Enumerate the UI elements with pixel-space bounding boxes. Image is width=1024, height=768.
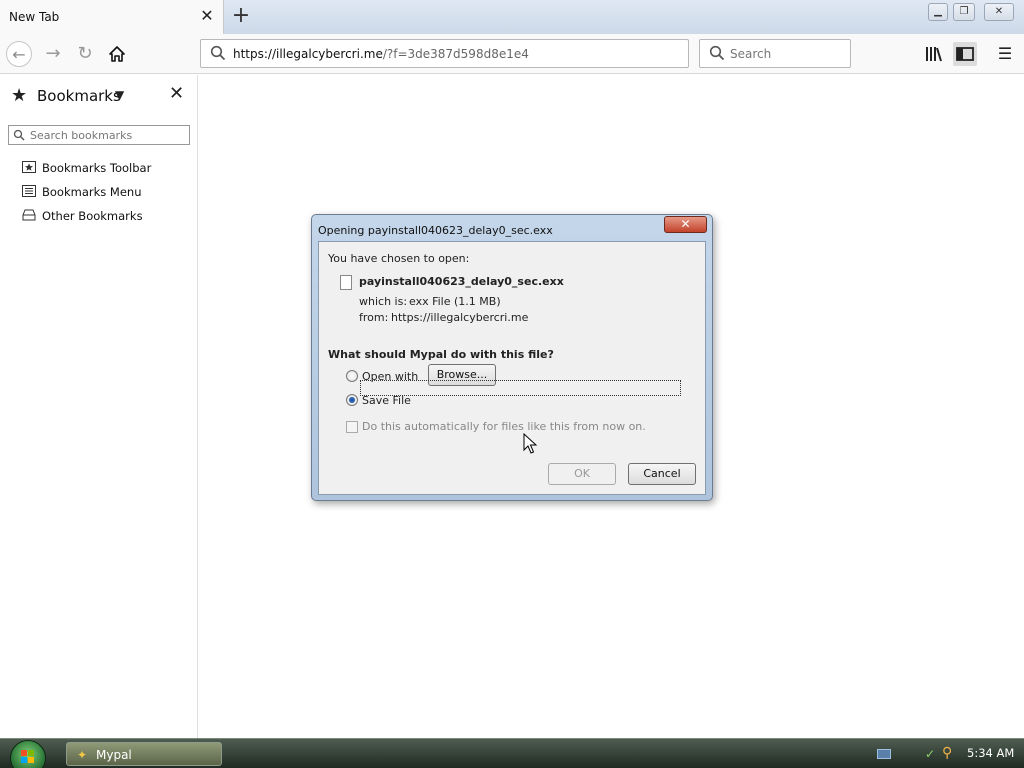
close-icon[interactable]: ✕ (200, 8, 214, 24)
tab-title: New Tab (9, 10, 60, 24)
cancel-button[interactable]: Cancel (628, 463, 696, 485)
which-is-value: exx File (1.1 MB) (409, 295, 501, 308)
minimize-icon[interactable]: ▁ (928, 3, 948, 21)
bookmarks-menu-icon (22, 185, 36, 197)
sidebar-title[interactable]: Bookmarks (37, 87, 121, 105)
start-button[interactable] (10, 740, 46, 768)
auto-action-label: Do this automatically for files like thi… (362, 420, 646, 433)
keyboard-icon[interactable] (877, 749, 891, 759)
url-path: /?f=3de387d598d8e1e4 (382, 47, 529, 61)
save-file-label[interactable]: Save File (362, 394, 411, 407)
sidebar-header[interactable]: ★ Bookmarks ▼ ✕ (0, 75, 197, 117)
search-bar[interactable] (699, 39, 851, 68)
search-icon[interactable]: ⚲ (942, 745, 952, 761)
search-icon (709, 45, 725, 61)
library-icon[interactable] (922, 42, 946, 66)
tab-strip: New Tab ✕ + ▁ ❐ ✕ (0, 0, 1024, 34)
clock[interactable]: 5:34 AM (967, 746, 1014, 760)
taskbar: ✦ Mypal ✓ ⚲ 5:34 AM (0, 738, 1024, 768)
dialog-titlebar[interactable]: Opening payinstall040623_delay0_sec.exx … (312, 215, 712, 241)
dialog-filename: payinstall040623_delay0_sec.exx (359, 275, 564, 288)
forward-arrow-icon[interactable]: → (40, 41, 66, 67)
url-bar[interactable]: https://illegalcybercri.me/?f=3de387d598… (200, 39, 689, 68)
maximize-icon[interactable]: ❐ (953, 3, 975, 21)
other-bookmarks-icon (22, 209, 36, 221)
url-text: https://illegalcybercri.me/?f=3de387d598… (233, 47, 529, 61)
taskbar-item-mypal[interactable]: ✦ Mypal (66, 742, 222, 766)
network-icon[interactable]: ✓ (925, 747, 935, 761)
back-arrow-icon[interactable]: ← (6, 41, 32, 67)
bookmarks-toolbar-icon (22, 161, 36, 173)
sidebar-toggle-icon[interactable] (953, 42, 977, 66)
search-icon (13, 129, 25, 141)
sidebar-item-label: Bookmarks Toolbar (42, 161, 152, 175)
mypal-app-icon: ✦ (77, 748, 88, 762)
dialog-close-icon[interactable]: ✕ (664, 216, 707, 233)
hamburger-menu-icon[interactable]: ☰ (993, 42, 1017, 66)
which-is-label: which is: (359, 295, 408, 308)
navigation-bar: ← → ↻ https://illegalcybercri.me/?f=3de3… (0, 34, 1024, 74)
auto-action-checkbox[interactable] (346, 421, 358, 433)
chevron-down-icon[interactable]: ▼ (115, 88, 124, 102)
home-icon[interactable] (104, 41, 130, 67)
from-label: from: (359, 311, 389, 324)
sidebar-item-label: Bookmarks Menu (42, 185, 142, 199)
ok-button[interactable]: OK (548, 463, 616, 485)
taskbar-item-label: Mypal (96, 748, 132, 762)
bookmarks-search-input[interactable] (30, 128, 186, 143)
dialog-intro: You have chosen to open: (328, 252, 470, 265)
dialog-body: You have chosen to open: payinstall04062… (318, 241, 706, 495)
star-icon: ★ (11, 85, 28, 106)
from-value: https://illegalcybercri.me (391, 311, 529, 324)
bookmarks-search-box[interactable] (8, 125, 190, 145)
window-close-icon[interactable]: ✕ (984, 3, 1014, 21)
sidebar-item-label: Other Bookmarks (42, 209, 143, 223)
save-file-radio[interactable] (346, 394, 358, 406)
dialog-title: Opening payinstall040623_delay0_sec.exx (318, 224, 553, 237)
tab-new-tab[interactable]: New Tab ✕ (0, 0, 224, 34)
open-with-radio[interactable] (346, 370, 358, 382)
close-icon[interactable]: ✕ (169, 85, 184, 103)
search-icon (210, 45, 226, 61)
reload-icon[interactable]: ↻ (72, 41, 98, 67)
search-input[interactable] (730, 45, 845, 63)
mouse-cursor-icon (523, 433, 537, 454)
new-tab-button[interactable]: + (231, 4, 251, 28)
dialog-question: What should Mypal do with this file? (328, 348, 554, 361)
download-dialog: Opening payinstall040623_delay0_sec.exx … (311, 214, 713, 501)
windows-logo-icon (21, 750, 34, 763)
bookmarks-sidebar: ★ Bookmarks ▼ ✕ Bookmarks Toolbar Bookma… (0, 75, 198, 738)
file-icon (340, 275, 352, 290)
url-host: https://illegalcybercri.me (233, 47, 383, 61)
